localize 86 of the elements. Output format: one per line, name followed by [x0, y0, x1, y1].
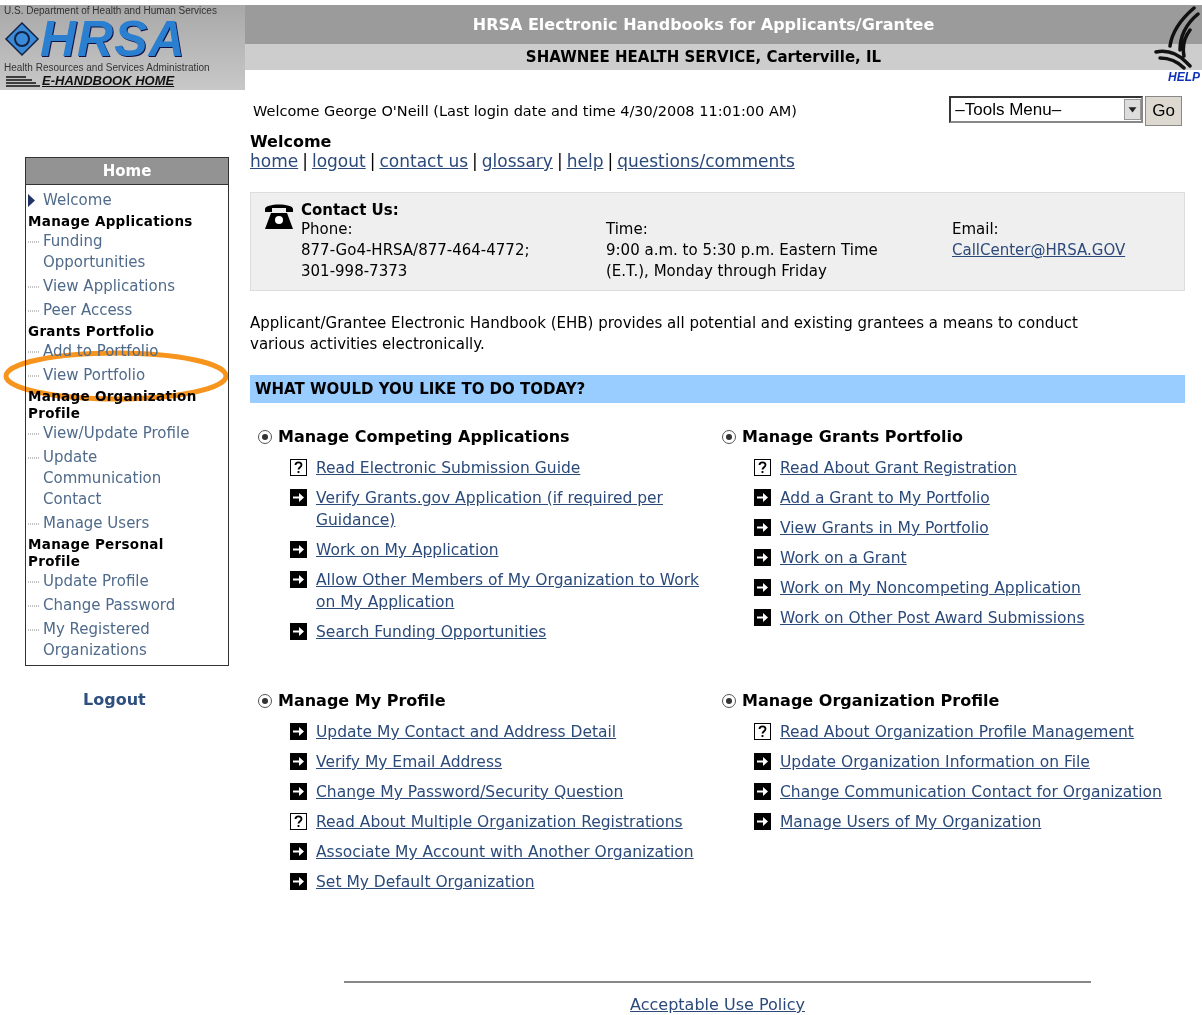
top-nav-link[interactable]: home [250, 151, 299, 171]
radio-button[interactable] [258, 429, 272, 444]
task-link[interactable]: Read About Grant Registration [780, 457, 1017, 479]
logo-emblem-icon [4, 21, 40, 57]
navigation-link[interactable]: Funding Opportunities [43, 231, 203, 273]
contact-detail: 877-Go4-HRSA/877-464-4772; [301, 240, 531, 261]
link-separator: | [302, 151, 308, 171]
task-link[interactable]: Read About Organization Profile Management [780, 721, 1134, 743]
contact-detail: 9:00 a.m. to 5:30 p.m. Eastern Time [606, 240, 879, 261]
navigation-link[interactable]: Update Profile [43, 571, 149, 592]
question-mark-icon [290, 459, 307, 476]
navigation-title: Home [26, 158, 228, 185]
task-link[interactable]: View Grants in My Portfolio [780, 517, 989, 539]
navigation-link[interactable]: Update Communication Contact [43, 447, 203, 510]
top-nav-link[interactable]: help [566, 151, 604, 171]
policy-link[interactable]: Acceptable Use Policy [630, 995, 805, 1014]
task-link[interactable]: Work on a Grant [780, 547, 907, 569]
section-title: Manage My Profile [278, 691, 446, 710]
task-link[interactable]: Work on My Noncompeting Application [780, 577, 1081, 599]
speed-lines-icon [6, 75, 40, 87]
top-nav-link[interactable]: logout [311, 151, 366, 171]
home-link[interactable]: E-HANDBOOK HOME [4, 73, 175, 88]
navigation-link[interactable]: My Registered Organizations [43, 619, 203, 661]
logo-wordmark: HRSA [40, 16, 186, 62]
task-link[interactable]: Manage Users of My Organization [780, 811, 1042, 833]
dropdown-caret-icon [1124, 99, 1142, 120]
help-link[interactable]: HELP [1168, 70, 1200, 84]
task-link[interactable]: Verify Grants.gov Application (if required per Guidance) [316, 487, 706, 531]
link-separator: | [556, 151, 563, 171]
task-link[interactable]: Associate My Account with Another Organization [316, 841, 694, 863]
question-mark-icon [754, 723, 771, 740]
link-separator: | [472, 151, 478, 171]
task-link[interactable]: Change Communication Contact for Organization [780, 781, 1162, 803]
top-nav-link[interactable]: glossary [481, 151, 553, 171]
navigation-heading: Manage Personal Profile [28, 536, 165, 570]
navigation-link[interactable]: View Applications [43, 276, 175, 297]
navigation-link[interactable]: Peer Access [43, 300, 133, 321]
radio-button[interactable] [722, 693, 736, 708]
email-link[interactable]: CallCenter@HRSA.GOV [952, 240, 1126, 261]
welcome-message: Welcome George O'Neill (Last login date and time 4/30/2008 11:01:00 AM) [253, 103, 797, 119]
task-link[interactable]: Add a Grant to My Portfolio [780, 487, 990, 509]
link-separator: | [607, 151, 614, 171]
page-title: Welcome [250, 132, 333, 151]
top-nav-link[interactable]: contact us [379, 151, 469, 171]
task-link[interactable]: Work on Other Post Award Submissions [780, 607, 1085, 629]
navigation-link[interactable]: View Portfolio [43, 365, 146, 386]
contact-detail: (E.T.), Monday through Friday [606, 261, 828, 282]
tools-menu-dropdown[interactable]: –Tools Menu– [949, 96, 1144, 123]
contact-label: Time: [606, 219, 649, 240]
question-mark-icon [754, 459, 771, 476]
section-title: Manage Competing Applications [278, 427, 570, 446]
top-nav-link[interactable]: questions/comments [617, 151, 795, 171]
link-separator: | [369, 151, 376, 171]
navigation-link[interactable]: Manage Users [43, 513, 150, 534]
navigation-link[interactable]: Change Password [43, 595, 176, 616]
app-title: HRSA Electronic Handbooks for Applicants/Grantee [472, 15, 935, 34]
contact-label: Email: [952, 219, 1000, 240]
intro-text: Applicant/Grantee Electronic Handbook (EHB) provides all potential and existing grantees a means to conduct various activities electronically. [250, 313, 1079, 355]
task-link[interactable]: Update Organization Information on File [780, 751, 1090, 773]
contact-label: Phone: [301, 219, 354, 240]
section-title: Manage Grants Portfolio [742, 427, 963, 446]
tasks-heading: WHAT WOULD YOU LIKE TO DO TODAY? [250, 375, 1185, 403]
organization-name: SHAWNEE HEALTH SERVICE, Carterville, IL [525, 48, 882, 66]
navigation-link[interactable]: View/Update Profile [43, 423, 190, 444]
navigation-link[interactable]: Welcome [43, 190, 112, 211]
contact-detail: 301-998-7373 [301, 261, 409, 282]
logout-link[interactable]: Logout [83, 690, 146, 709]
task-link[interactable]: Read About Multiple Organization Registrations [316, 811, 683, 833]
task-link[interactable]: Verify My Email Address [316, 751, 503, 773]
question-mark-icon [290, 813, 307, 830]
task-link[interactable]: Set My Default Organization [316, 871, 535, 893]
navigation-heading: Grants Portfolio [28, 323, 156, 340]
task-link[interactable]: Update My Contact and Address Detail [316, 721, 617, 743]
go-button[interactable]: Go [1145, 96, 1182, 126]
navigation-heading: Manage Applications [28, 213, 194, 230]
agency-full-name: Health Resources and Services Administration [4, 62, 211, 73]
task-link[interactable]: Read Electronic Submission Guide [316, 457, 581, 479]
task-link[interactable]: Change My Password/Security Question [316, 781, 624, 803]
task-link[interactable]: Search Funding Opportunities [316, 621, 547, 643]
task-link[interactable]: Work on My Application [316, 539, 499, 561]
radio-button[interactable] [258, 693, 272, 708]
task-link[interactable]: Allow Other Members of My Organization to Work on My Application [316, 569, 706, 613]
section-title: Manage Organization Profile [742, 691, 1000, 710]
contact-title: Contact Us: [301, 201, 400, 219]
agency-name: U.S. Department of Health and Human Services [4, 5, 218, 16]
radio-button[interactable] [722, 429, 736, 444]
